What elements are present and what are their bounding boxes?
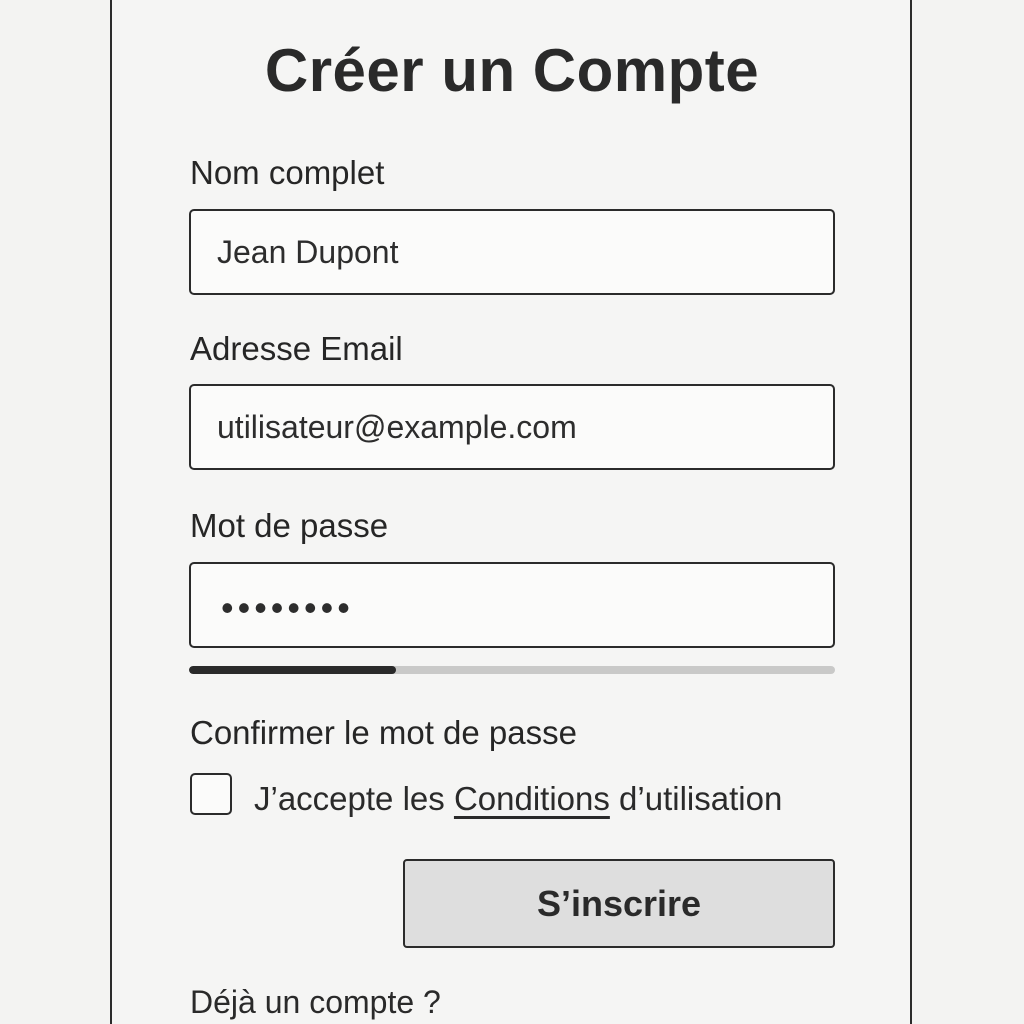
name-field-box	[189, 209, 835, 295]
password-strength-meter	[189, 666, 835, 674]
signup-page: Créer un Compte Nom complet Adresse Emai…	[0, 0, 1024, 1024]
terms-suffix: d’utilisation	[609, 780, 783, 817]
terms-conditions-link[interactable]: Conditions	[454, 780, 610, 817]
terms-text: J’accepte les Conditions d’utilisation	[254, 780, 782, 818]
name-label: Nom complet	[190, 154, 385, 191]
signup-button[interactable]: S’inscrire	[403, 859, 835, 948]
terms-checkbox[interactable]	[190, 773, 232, 815]
email-field-box	[189, 384, 835, 470]
terms-prefix: J’accepte les	[254, 780, 454, 817]
email-field[interactable]	[217, 386, 807, 468]
password-label: Mot de passe	[190, 507, 389, 544]
password-field[interactable]: ••••••••	[189, 562, 835, 648]
email-label: Adresse Email	[190, 330, 403, 367]
name-field[interactable]	[217, 211, 807, 293]
confirm-password-label: Confirmer le mot de passe	[190, 714, 577, 751]
login-prompt: Déjà un compte ?	[190, 984, 441, 1020]
password-strength-fill	[189, 666, 396, 674]
page-title: Créer un Compte	[264, 37, 760, 104]
password-masked-value: ••••••••	[221, 587, 354, 628]
